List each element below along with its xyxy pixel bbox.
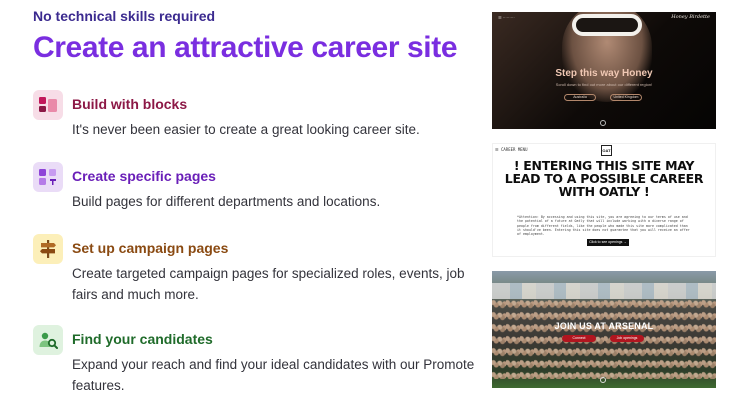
feature-title: Create specific pages bbox=[72, 168, 216, 184]
eyebrow-text: No technical skills required bbox=[33, 8, 216, 24]
career-menu: ☰ CAREER MENU bbox=[495, 147, 528, 152]
region-button: United Kingdom bbox=[610, 94, 642, 101]
feature-title: Find your candidates bbox=[72, 331, 213, 347]
brand-logo: OAT bbox=[601, 145, 612, 156]
feature-title: Build with blocks bbox=[72, 96, 188, 112]
background-tents bbox=[492, 283, 716, 299]
connect-button: Connect bbox=[562, 335, 596, 342]
hero-title: Step this way Honey bbox=[555, 68, 653, 79]
feature-desc: Build pages for different departments an… bbox=[72, 194, 381, 209]
sunglasses-shape bbox=[572, 14, 642, 36]
brand-logo: Honey Birdette bbox=[671, 14, 710, 20]
feature-desc: It's never been easier to create a great… bbox=[72, 122, 420, 137]
hero-subtitle: Scroll down to find out more about our d… bbox=[555, 82, 653, 87]
feature-title: Set up campaign pages bbox=[72, 240, 229, 256]
hero-title: JOIN US AT ARSENAL bbox=[554, 321, 654, 331]
example-career-site-honey: ☰ ········· Honey Birdette Step this way… bbox=[492, 12, 716, 129]
example-career-site-oatly: ☰ CAREER MENU OAT ! ENTERING THIS SITE M… bbox=[492, 143, 716, 257]
hero-body: *Attention: By accessing and using this … bbox=[517, 215, 690, 237]
blocks-icon bbox=[33, 90, 63, 120]
hero-title: ! ENTERING THIS SITE MAY LEAD TO A POSSI… bbox=[504, 158, 704, 199]
example-career-site-arsenal: JOIN US AT ARSENAL Connect Job openings bbox=[492, 271, 716, 388]
pages-icon bbox=[33, 162, 63, 192]
find-candidates-icon bbox=[33, 325, 63, 355]
scroll-down-icon bbox=[600, 377, 606, 383]
job-openings-button: Job openings bbox=[610, 335, 644, 342]
region-button: Australia bbox=[564, 94, 596, 101]
scroll-down-icon bbox=[600, 120, 606, 126]
nav-menu-icon: ☰ ········· bbox=[498, 15, 515, 20]
page-headline: Create an attractive career site bbox=[33, 31, 458, 64]
signpost-icon bbox=[33, 234, 63, 264]
feature-desc: Expand your reach and find your ideal ca… bbox=[72, 357, 475, 393]
feature-desc: Create targeted campaign pages for speci… bbox=[72, 266, 465, 302]
crowd-photo bbox=[492, 299, 716, 379]
openings-button: Click to see openings → bbox=[587, 239, 629, 246]
